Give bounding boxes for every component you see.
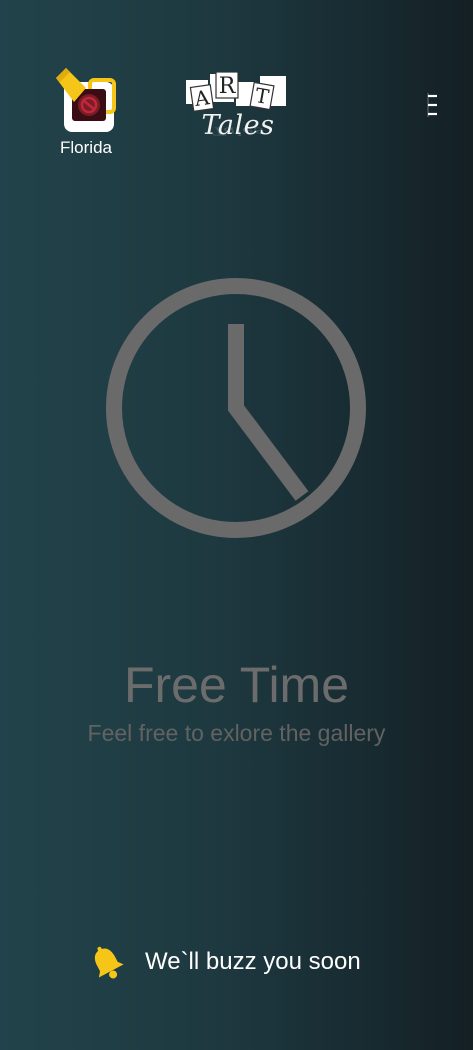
- location-pin-icon: [52, 66, 120, 134]
- location-label: Florida: [60, 138, 112, 157]
- logo-tales-reflection: Tales: [211, 124, 265, 138]
- empty-state-title: Free Time: [123, 657, 350, 713]
- location-selector[interactable]: Florida: [52, 66, 120, 162]
- notification-banner: We`ll buzz you soon: [84, 940, 404, 988]
- clock-icon: [104, 276, 368, 540]
- app-header: Florida A R T Tales Tales: [0, 0, 473, 170]
- kebab-menu-icon[interactable]: [418, 88, 448, 122]
- art-tales-logo: A R T Tales Tales: [186, 72, 288, 160]
- logo-letter-r: R: [219, 74, 237, 99]
- bell-icon: [88, 944, 126, 982]
- empty-state-subtitle: Feel free to exlore the gallery: [87, 720, 386, 746]
- notification-message: We`ll buzz you soon: [145, 948, 361, 975]
